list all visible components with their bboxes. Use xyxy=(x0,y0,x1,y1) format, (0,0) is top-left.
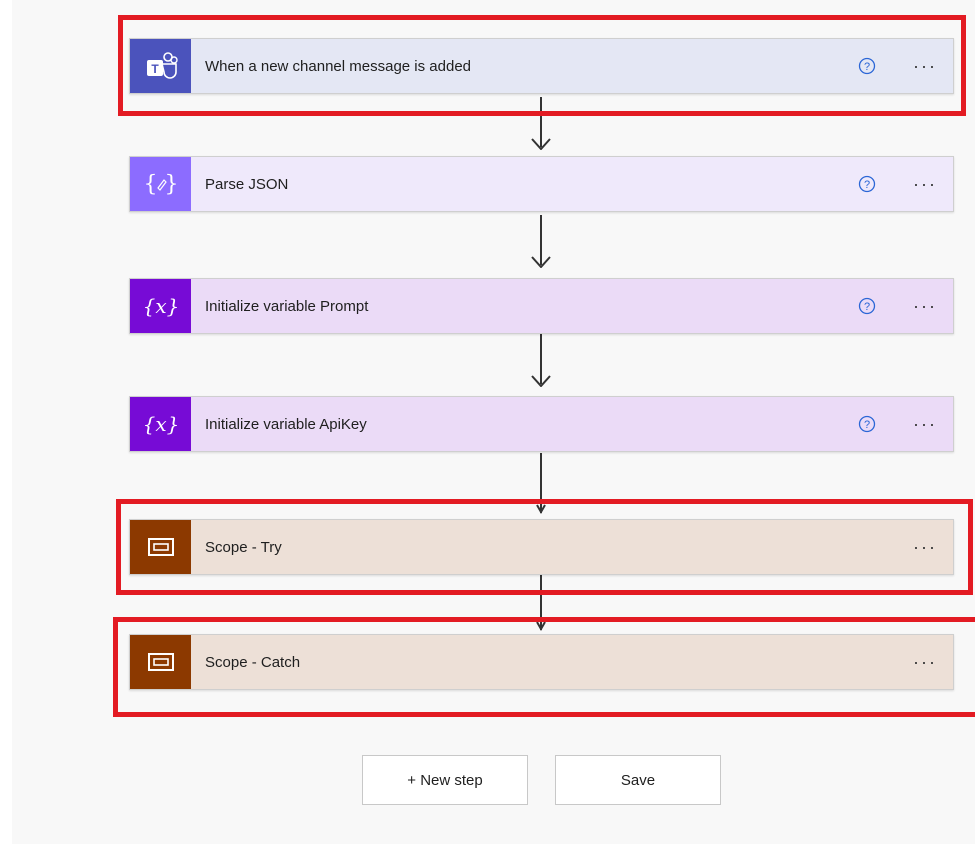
help-icon[interactable]: ? xyxy=(857,56,877,76)
connector-arrow-icon xyxy=(531,256,551,268)
step-icon-box: {x} xyxy=(130,397,191,451)
more-options-icon[interactable]: ··· xyxy=(907,297,943,315)
variable-icon: {x} xyxy=(142,294,179,318)
step-title: When a new channel message is added xyxy=(205,57,472,75)
step-title: Initialize variable Prompt xyxy=(205,297,369,315)
step-icon-box: {x} xyxy=(130,279,191,333)
svg-text:{x}: {x} xyxy=(142,294,179,318)
connector-arrow-icon xyxy=(531,138,551,150)
help-icon[interactable]: ? xyxy=(857,174,877,194)
step-icon-box: { } xyxy=(130,157,191,211)
save-button[interactable]: Save xyxy=(555,755,721,805)
variable-icon: {x} xyxy=(142,412,179,436)
step-card-scope-catch[interactable]: Scope - Catch ··· xyxy=(129,634,954,690)
step-icon-box: T xyxy=(130,39,191,93)
step-title: Scope - Try xyxy=(205,538,282,556)
svg-text:?: ? xyxy=(864,419,870,431)
svg-text:?: ? xyxy=(864,179,870,191)
more-options-icon[interactable]: ··· xyxy=(907,57,943,75)
step-card-parse-json[interactable]: { } Parse JSON ? ··· xyxy=(129,156,954,212)
svg-text:?: ? xyxy=(864,61,870,73)
step-icon-box xyxy=(130,520,191,574)
new-step-button[interactable]: + New step xyxy=(362,755,528,805)
more-options-icon[interactable]: ··· xyxy=(907,653,943,671)
svg-text:T: T xyxy=(151,62,159,76)
more-options-icon[interactable]: ··· xyxy=(907,538,943,556)
scope-icon xyxy=(147,653,174,671)
more-options-icon[interactable]: ··· xyxy=(907,415,943,433)
step-card-scope-try[interactable]: Scope - Try ··· xyxy=(129,519,954,575)
step-title: Parse JSON xyxy=(205,175,289,193)
step-title: Initialize variable ApiKey xyxy=(205,415,367,433)
svg-text:?: ? xyxy=(864,301,870,313)
svg-text:{x}: {x} xyxy=(142,412,179,436)
step-card-trigger[interactable]: T When a new channel message is added ? … xyxy=(129,38,954,94)
teams-icon: T xyxy=(146,52,178,79)
step-title: Scope - Catch xyxy=(205,653,301,671)
help-icon[interactable]: ? xyxy=(857,296,877,316)
connector-arrow-icon xyxy=(536,621,546,632)
connector-arrow-icon xyxy=(531,375,551,387)
more-options-icon[interactable]: ··· xyxy=(907,175,943,193)
connector-arrow-icon xyxy=(536,504,546,515)
scope-icon xyxy=(147,538,174,556)
data-operation-icon: { } xyxy=(144,172,178,197)
step-icon-box xyxy=(130,635,191,689)
help-icon[interactable]: ? xyxy=(857,414,877,434)
step-card-init-variable-apikey[interactable]: {x} Initialize variable ApiKey ? ··· xyxy=(129,396,954,452)
step-card-init-variable-prompt[interactable]: {x} Initialize variable Prompt ? ··· xyxy=(129,278,954,334)
